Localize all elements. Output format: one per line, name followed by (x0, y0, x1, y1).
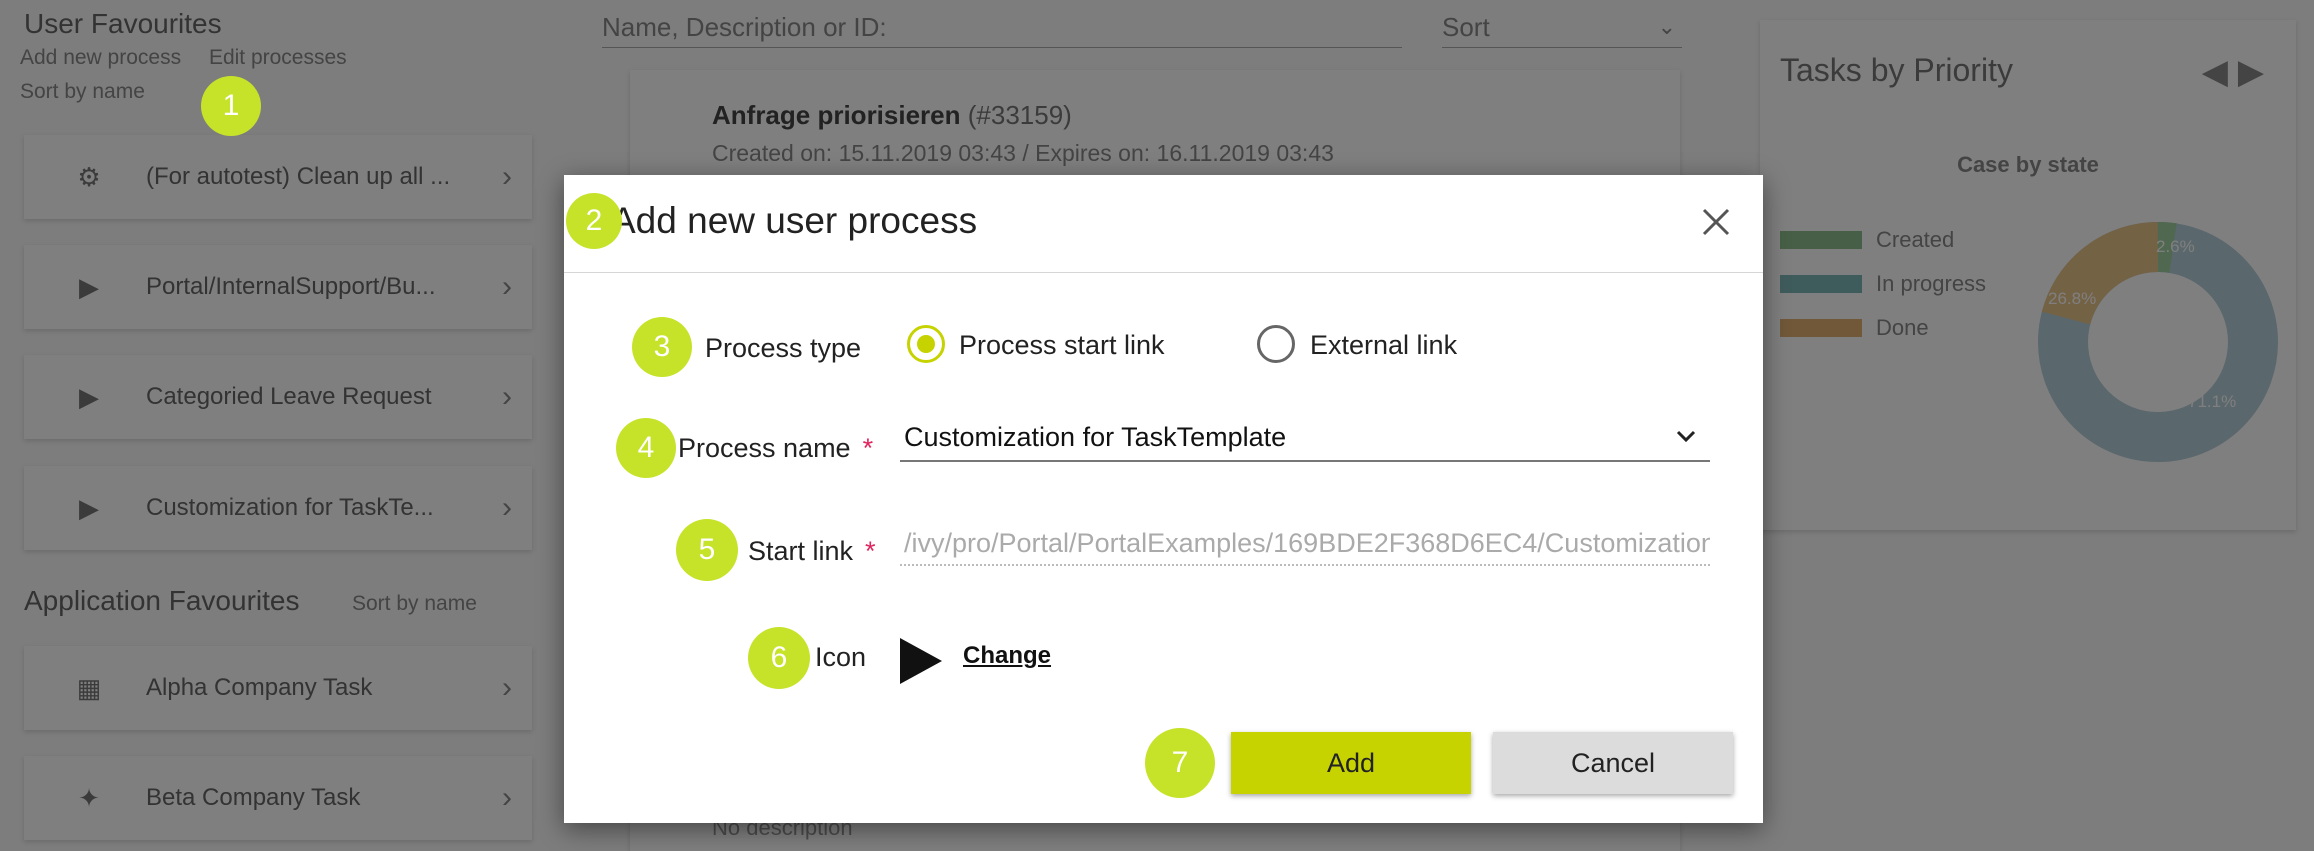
process-name-label-text: Process name (678, 433, 851, 463)
required-mark: * (865, 536, 876, 566)
process-start-link-radio[interactable] (907, 325, 945, 363)
callout-1: 1 (201, 76, 261, 136)
callout-7: 7 (1145, 728, 1215, 798)
process-start-link-label[interactable]: Process start link (959, 330, 1165, 361)
required-mark: * (862, 433, 874, 463)
icon-label: Icon (815, 642, 867, 672)
process-name-select[interactable]: Customization for TaskTemplate (900, 418, 1710, 462)
callout-6: 6 (748, 627, 810, 689)
add-button[interactable]: Add (1231, 732, 1471, 794)
close-icon[interactable] (1699, 205, 1733, 239)
process-type-label: Process type (705, 333, 862, 363)
process-name-label: Process name * (678, 433, 873, 464)
callout-3: 3 (632, 317, 692, 377)
add-user-process-dialog: Add new user process Process type Proces… (564, 175, 1763, 823)
play-icon (900, 638, 942, 684)
start-link-label: Start link * (748, 536, 876, 567)
dialog-title: Add new user process (611, 200, 978, 241)
process-name-value: Customization for TaskTemplate (904, 422, 1287, 452)
start-link-label-text: Start link (748, 536, 854, 566)
cancel-button[interactable]: Cancel (1493, 732, 1733, 794)
start-link-input[interactable] (900, 522, 1710, 566)
dialog-header: Add new user process (564, 175, 1763, 273)
external-link-label[interactable]: External link (1310, 330, 1457, 361)
callout-2: 2 (566, 193, 622, 249)
callout-5: 5 (676, 519, 738, 581)
external-link-radio[interactable] (1257, 325, 1295, 363)
chevron-down-icon (1676, 430, 1696, 443)
callout-4: 4 (616, 418, 676, 478)
change-icon-link[interactable]: Change (963, 642, 1051, 670)
